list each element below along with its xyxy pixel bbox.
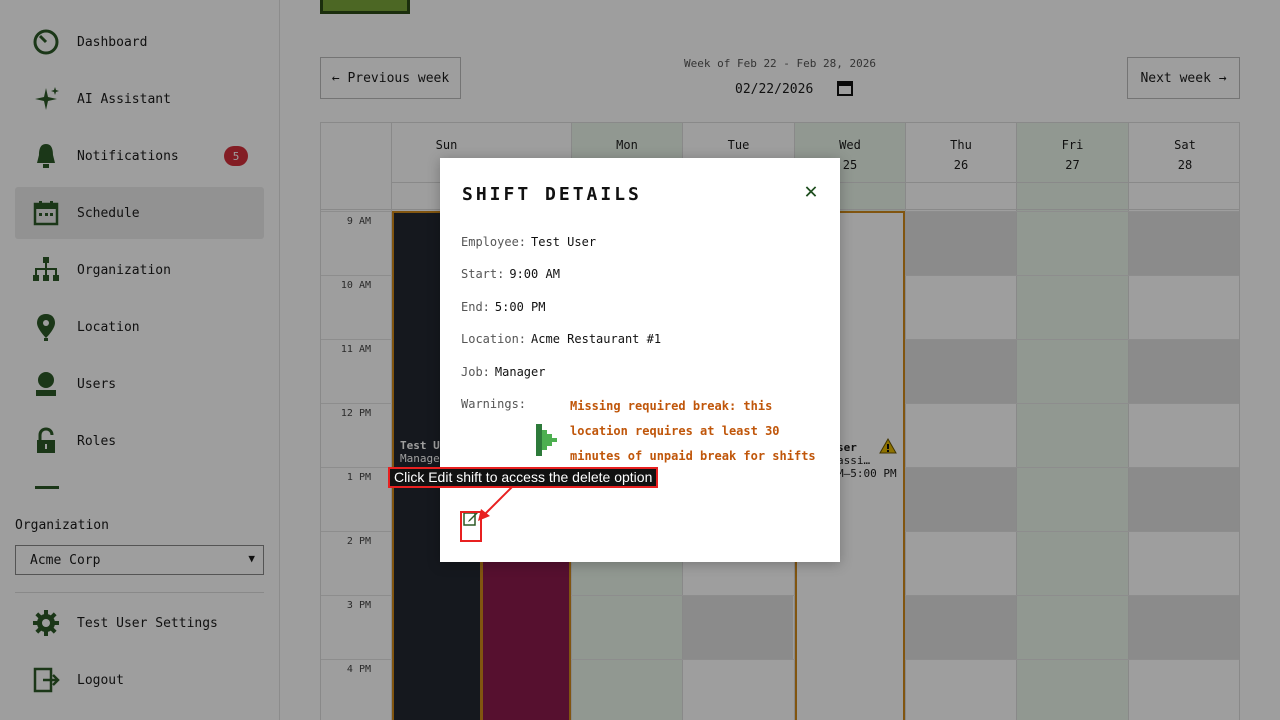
location-label: Location: [461, 332, 527, 346]
close-icon[interactable]: ✕ [800, 181, 822, 204]
start-field: Start: 9:00 AM [461, 267, 560, 281]
employee-label: Employee: [461, 235, 527, 249]
start-value: 9:00 AM [509, 267, 560, 281]
job-label: Job: [461, 365, 490, 379]
employee-field: Employee: Test User [461, 235, 596, 249]
job-field: Job: Manager [461, 365, 545, 379]
start-label: Start: [461, 267, 505, 281]
end-value: 5:00 PM [494, 300, 546, 314]
end-label: End: [461, 300, 490, 314]
warnings-label: Warnings: [461, 397, 527, 411]
job-value: Manager [494, 365, 546, 379]
location-value: Acme Restaurant #1 [531, 332, 662, 346]
pixel-play-icon [536, 422, 558, 458]
modal-title: SHIFT DETAILS [462, 184, 642, 205]
warning-message: Missing required break: this location re… [570, 399, 816, 463]
location-field: Location: Acme Restaurant #1 [461, 332, 661, 346]
employee-value: Test User [531, 235, 597, 249]
end-field: End: 5:00 PM [461, 300, 545, 314]
annotation-tooltip: Click Edit shift to access the delete op… [388, 467, 659, 488]
warnings-field: Warnings: [461, 397, 531, 411]
annotation-highlight-box [460, 511, 482, 542]
